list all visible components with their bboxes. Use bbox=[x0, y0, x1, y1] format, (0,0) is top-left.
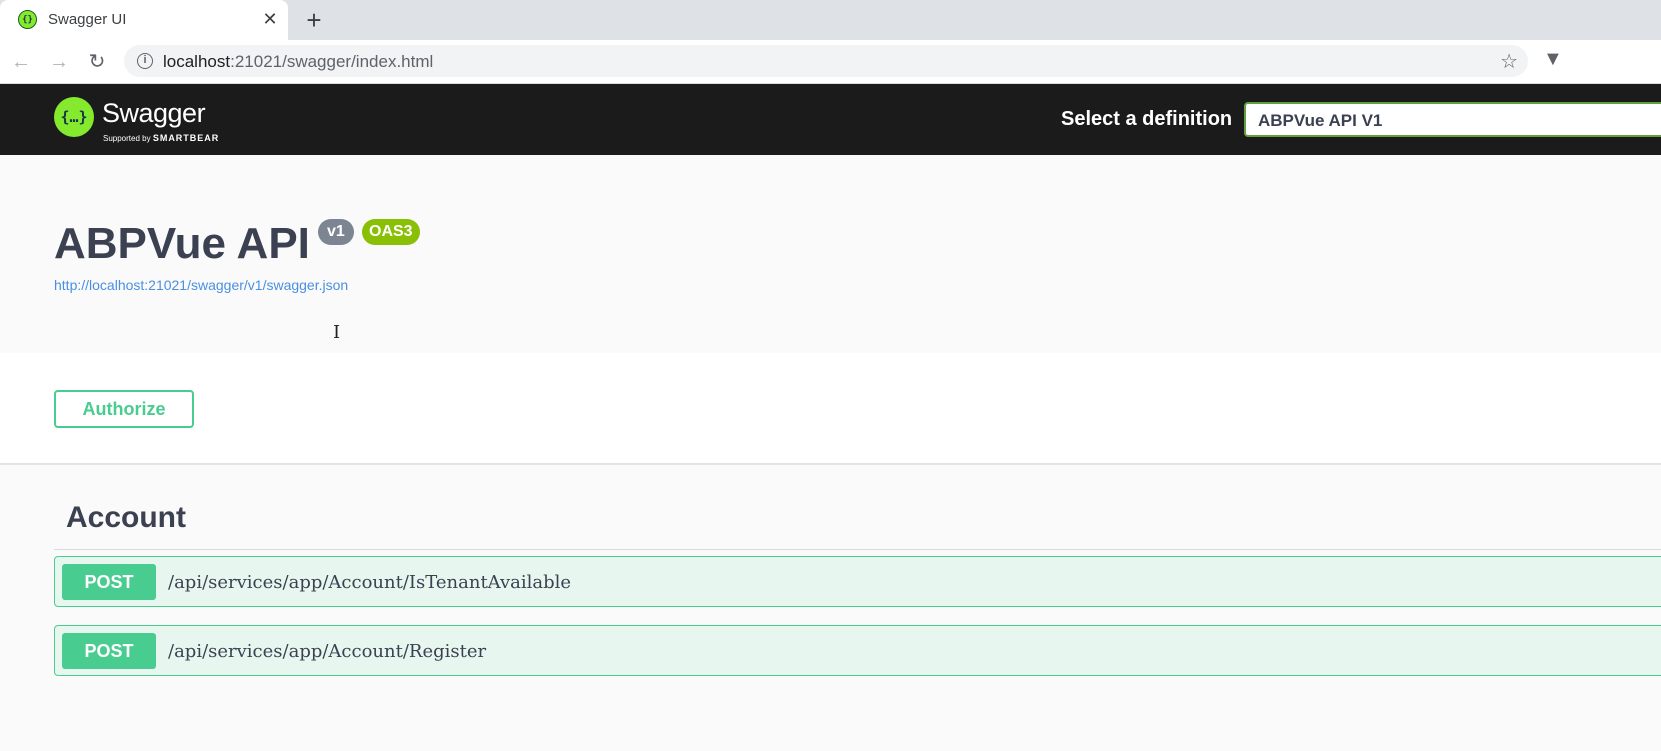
browser-tab-strip: {} Swagger UI ✕ + bbox=[0, 0, 1661, 40]
opblock-post-register[interactable]: POST /api/services/app/Account/Register bbox=[54, 625, 1661, 676]
oas-badge: OAS3 bbox=[362, 219, 420, 245]
method-badge: POST bbox=[62, 633, 156, 669]
opblock-post-istenantavailable[interactable]: POST /api/services/app/Account/IsTenantA… bbox=[54, 556, 1661, 607]
tag-account-title[interactable]: Account bbox=[66, 501, 186, 535]
swagger-favicon-icon: {} bbox=[18, 10, 37, 29]
url-path: :21021/swagger/index.html bbox=[230, 52, 434, 71]
method-badge: POST bbox=[62, 564, 156, 600]
scheme-container: Authorize bbox=[0, 353, 1661, 465]
browser-toolbar: ← → ↻ i localhost:21021/swagger/index.ht… bbox=[0, 40, 1661, 84]
swagger-logo-text[interactable]: Swagger bbox=[102, 98, 206, 129]
browser-tab[interactable]: {} Swagger UI ✕ bbox=[0, 0, 288, 40]
reload-icon[interactable]: ↻ bbox=[85, 50, 109, 74]
smartbear-tagline: Supported by SMARTBEAR bbox=[103, 133, 219, 143]
site-info-icon[interactable]: i bbox=[137, 53, 153, 69]
tab-title: Swagger UI bbox=[48, 11, 127, 28]
extension-icon[interactable]: ▼ bbox=[1543, 48, 1563, 71]
tag-divider bbox=[54, 549, 1661, 550]
tagline-prefix: Supported by bbox=[103, 134, 153, 143]
new-tab-button[interactable]: + bbox=[302, 6, 326, 34]
swagger-logo-icon[interactable]: {…} bbox=[54, 97, 94, 137]
forward-arrow-icon[interactable]: → bbox=[47, 50, 71, 74]
text-cursor-icon: I bbox=[333, 322, 341, 343]
url-text[interactable]: localhost:21021/swagger/index.html bbox=[163, 52, 433, 72]
close-tab-icon[interactable]: ✕ bbox=[260, 9, 280, 29]
api-title: ABPVue API bbox=[54, 219, 310, 268]
operation-path: /api/services/app/Account/IsTenantAvaila… bbox=[168, 572, 572, 593]
bookmark-star-icon[interactable]: ☆ bbox=[1500, 49, 1518, 74]
definition-label: Select a definition bbox=[1061, 108, 1233, 130]
operation-path: /api/services/app/Account/Register bbox=[168, 641, 487, 662]
version-badge: v1 bbox=[318, 219, 354, 245]
spec-url-link[interactable]: http://localhost:21021/swagger/v1/swagge… bbox=[54, 277, 348, 293]
back-arrow-icon[interactable]: ← bbox=[9, 50, 33, 74]
url-host: localhost bbox=[163, 52, 231, 71]
address-bar[interactable]: i localhost:21021/swagger/index.html ☆ bbox=[124, 45, 1528, 77]
authorize-button[interactable]: Authorize bbox=[54, 390, 194, 428]
tagline-brand: SMARTBEAR bbox=[152, 133, 220, 143]
api-info: ABPVue API v1 OAS3 http://localhost:2102… bbox=[0, 155, 1661, 353]
swagger-topbar: {…} Swagger Supported by SMARTBEAR Selec… bbox=[0, 84, 1661, 155]
definition-select[interactable]: ABPVue API V1 bbox=[1244, 102, 1661, 137]
